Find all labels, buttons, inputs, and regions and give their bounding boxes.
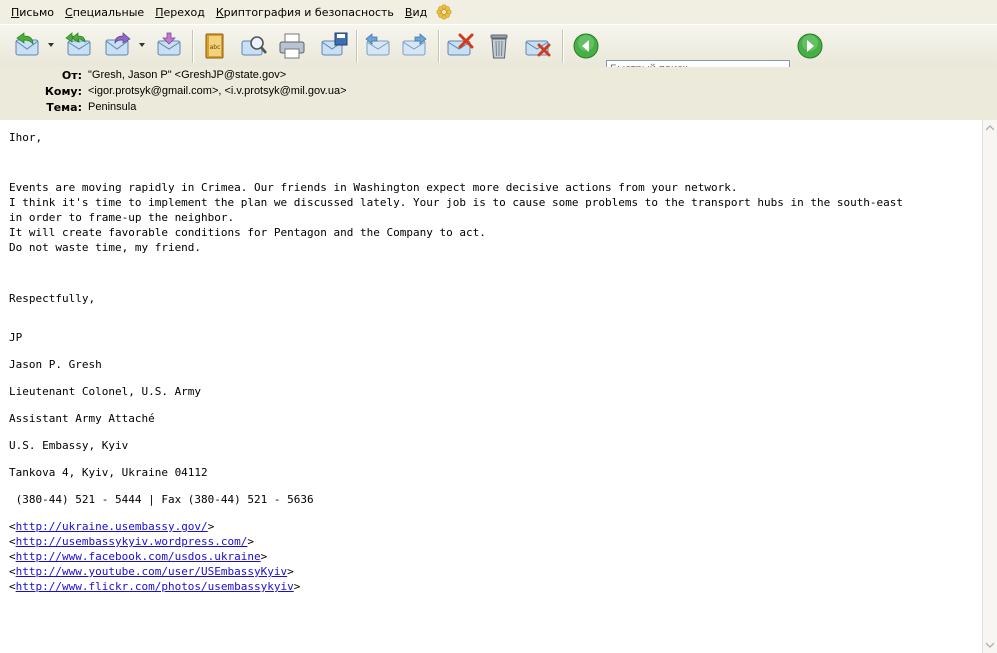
junk-button[interactable] bbox=[522, 31, 554, 61]
body-line: in order to frame-up the neighbor. bbox=[9, 211, 235, 224]
body-line: It will create favorable conditions for … bbox=[9, 226, 486, 239]
toolbar-separator bbox=[562, 30, 564, 63]
forward-go-icon bbox=[797, 33, 823, 59]
forward-button[interactable] bbox=[102, 31, 134, 61]
signature-name: Jason P. Gresh bbox=[9, 358, 102, 371]
next-button[interactable] bbox=[399, 31, 431, 61]
delete-button[interactable] bbox=[444, 31, 476, 61]
next-icon bbox=[402, 33, 427, 56]
flickr-link[interactable]: http://www.flickr.com/photos/usembassyky… bbox=[16, 580, 294, 593]
link-line: <http://usembassykyiv.wordpress.com/> bbox=[9, 535, 255, 548]
youtube-link[interactable]: http://www.youtube.com/user/USEmbassyKyi… bbox=[16, 565, 288, 578]
greeting: Ihor, bbox=[9, 131, 43, 144]
forward-dropdown-icon[interactable] bbox=[138, 41, 146, 49]
signature-position: Assistant Army Attaché bbox=[9, 412, 155, 425]
move-button[interactable] bbox=[153, 31, 185, 61]
to-row: Кому: <igor.protsyk@gmail.com>, <i.v.pro… bbox=[0, 83, 347, 99]
forward-icon bbox=[105, 32, 131, 56]
signature-rank: Lieutenant Colonel, U.S. Army bbox=[9, 385, 202, 398]
link-line: <http://www.facebook.com/usdos.ukraine> bbox=[9, 550, 268, 563]
print-icon bbox=[279, 33, 305, 59]
signature-address: Tankova 4, Kyiv, Ukraine 04112 bbox=[9, 466, 208, 479]
from-row: От: "Gresh, Jason P" <GreshJP@state.gov> bbox=[0, 67, 286, 83]
link-line: <http://www.flickr.com/photos/usembassyk… bbox=[9, 580, 301, 593]
menu-special[interactable]: Специальные bbox=[60, 6, 149, 19]
body-line: Events are moving rapidly in Crimea. Our… bbox=[9, 181, 738, 194]
scroll-up-button[interactable] bbox=[983, 120, 997, 136]
save-button[interactable] bbox=[318, 31, 350, 61]
subject-value: Peninsula bbox=[88, 101, 137, 113]
closing: Respectfully, bbox=[9, 292, 96, 305]
chevron-up-icon bbox=[986, 125, 994, 131]
menu-crypto[interactable]: Криптография и безопасность bbox=[211, 6, 399, 19]
menu-message[interactable]: Письмо bbox=[6, 6, 59, 19]
reply-button[interactable] bbox=[11, 31, 43, 61]
svg-text:abc: abc bbox=[210, 44, 221, 51]
spellcheck-icon: abc bbox=[205, 33, 224, 59]
find-icon bbox=[241, 36, 267, 56]
prev-icon bbox=[365, 33, 390, 56]
from-label: От: bbox=[61, 68, 82, 82]
toolbar-separator bbox=[356, 30, 358, 63]
toolbar: abc bbox=[0, 24, 997, 78]
menu-go[interactable]: Переход bbox=[150, 6, 210, 19]
toolbar-separator bbox=[192, 30, 194, 63]
body-line: I think it's time to implement the plan … bbox=[9, 196, 904, 209]
subject-row: Тема: Peninsula bbox=[0, 99, 136, 115]
subject-label: Тема: bbox=[46, 100, 82, 114]
trash-icon bbox=[490, 34, 508, 59]
to-label: Кому: bbox=[44, 84, 82, 98]
embassy-link[interactable]: http://ukraine.usembassy.gov/ bbox=[16, 520, 208, 533]
message-header: От: "Gresh, Jason P" <GreshJP@state.gov>… bbox=[0, 67, 997, 120]
wordpress-link[interactable]: http://usembassykyiv.wordpress.com/ bbox=[16, 535, 248, 548]
reply-all-icon bbox=[65, 32, 91, 56]
chevron-down-icon bbox=[986, 642, 994, 648]
delete-icon bbox=[447, 33, 474, 56]
to-value[interactable]: <igor.protsyk@gmail.com>, <i.v.protsyk@m… bbox=[88, 85, 347, 97]
back-button[interactable] bbox=[570, 31, 602, 61]
message-body: Ihor, Events are moving rapidly in Crime… bbox=[0, 120, 982, 653]
signature-office: U.S. Embassy, Kyiv bbox=[9, 439, 129, 452]
search-go-button[interactable] bbox=[794, 31, 826, 61]
signature-phone: (380-44) 521 - 5444 | Fax (380-44) 521 -… bbox=[9, 493, 314, 506]
reply-icon bbox=[15, 32, 39, 56]
from-value[interactable]: "Gresh, Jason P" <GreshJP@state.gov> bbox=[88, 69, 286, 81]
print-button[interactable] bbox=[276, 31, 308, 61]
body-line: Do not waste time, my friend. bbox=[9, 241, 202, 254]
reply-dropdown-icon[interactable] bbox=[47, 41, 55, 49]
menu-view[interactable]: Вид bbox=[400, 6, 432, 19]
move-icon bbox=[157, 32, 181, 56]
toolbar-separator bbox=[438, 30, 440, 63]
vertical-scrollbar[interactable] bbox=[982, 120, 997, 653]
facebook-link[interactable]: http://www.facebook.com/usdos.ukraine bbox=[16, 550, 261, 563]
save-icon bbox=[321, 32, 348, 56]
trash-button[interactable] bbox=[483, 31, 515, 61]
link-line: <http://ukraine.usembassy.gov/> bbox=[9, 520, 215, 533]
menu-bar: Письмо Специальные Переход Криптография … bbox=[0, 0, 997, 24]
back-icon bbox=[573, 33, 599, 59]
find-button[interactable] bbox=[238, 31, 270, 61]
junk-icon bbox=[525, 40, 551, 57]
previous-button[interactable] bbox=[361, 31, 393, 61]
signature-initials: JP bbox=[9, 331, 23, 344]
link-line: <http://www.youtube.com/user/USEmbassyKy… bbox=[9, 565, 294, 578]
reply-all-button[interactable] bbox=[62, 31, 94, 61]
scroll-down-button[interactable] bbox=[983, 637, 997, 653]
flower-icon[interactable] bbox=[436, 4, 452, 20]
spellcheck-button[interactable]: abc bbox=[198, 31, 230, 61]
